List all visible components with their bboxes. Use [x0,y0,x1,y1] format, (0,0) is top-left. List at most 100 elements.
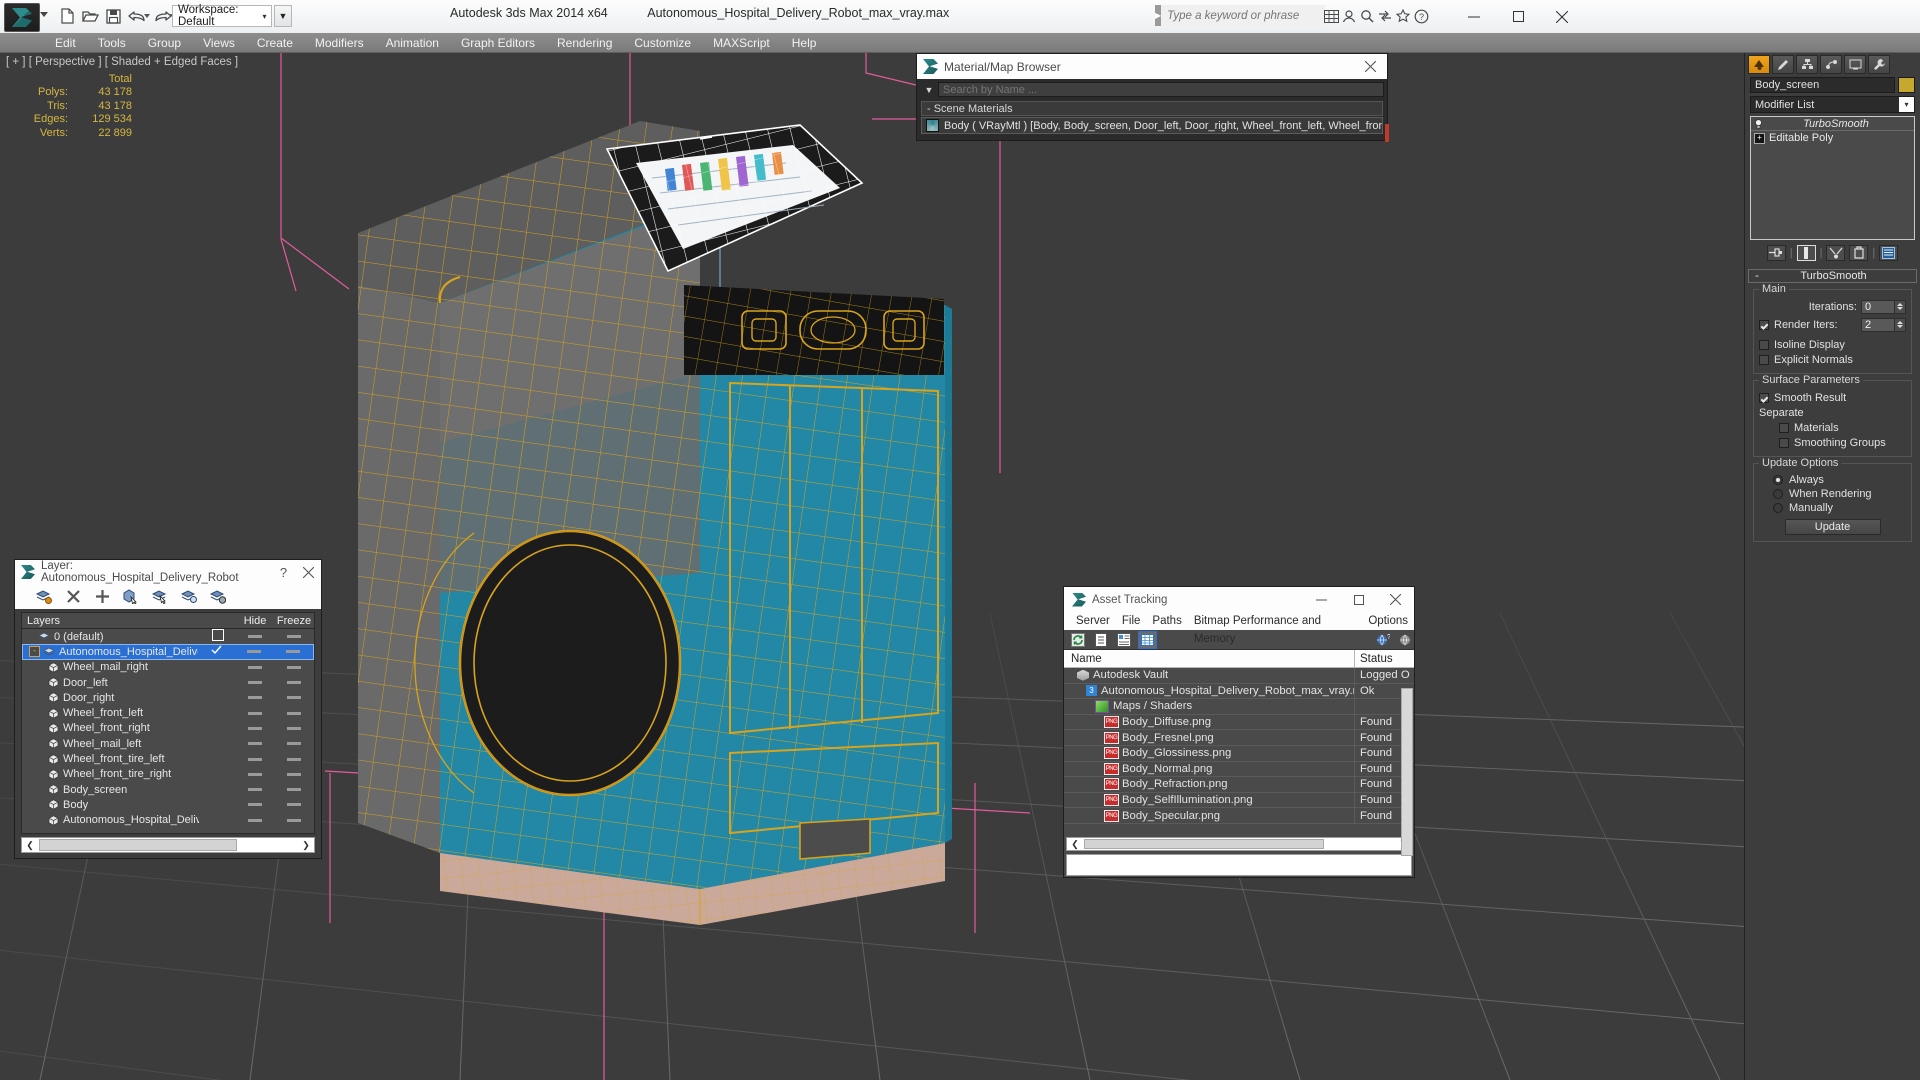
menu-item-create[interactable]: Create [246,33,304,53]
remove-modifier-icon[interactable] [1849,244,1869,261]
refresh-icon[interactable] [1069,632,1086,648]
layer-row[interactable]: Door_right [22,690,314,705]
asset-row[interactable]: PNG Body_Normal.png Found [1064,761,1414,778]
layer-expander-icon[interactable]: - [29,646,40,658]
layer-row[interactable]: Wheel_mail_left [22,736,314,751]
object-name-field[interactable]: Body_screen [1750,77,1895,93]
iterations-spinner-arrows[interactable] [1895,299,1906,314]
plus-icon[interactable]: + [1754,132,1765,144]
search-box[interactable]: ▶ [1155,5,1326,26]
layer-row[interactable]: Wheel_front_tire_right [22,767,314,782]
asset-row[interactable]: Maps / Shaders [1064,699,1414,715]
asset-row[interactable]: PNG Body_Diffuse.png Found [1064,714,1414,731]
render-iters-spinner-arrows[interactable] [1895,317,1906,332]
menu-item-maxscript[interactable]: MAXScript [702,33,781,53]
layer-freeze-toggle[interactable] [274,665,314,669]
asset-tracking-dialog[interactable]: Asset Tracking Server File Paths Bitmap … [1063,586,1415,878]
layer-hide-toggle[interactable] [236,742,274,746]
table-view-icon[interactable] [1138,630,1157,649]
layer-scroll-thumb[interactable] [39,839,237,851]
tab-display[interactable] [1844,54,1866,74]
object-color-swatch[interactable] [1898,77,1915,93]
show-end-result-icon[interactable] [1796,244,1816,261]
layer-row[interactable]: Body [22,797,314,812]
open-file-icon[interactable] [79,5,101,27]
menu-item-modifiers[interactable]: Modifiers [304,33,375,53]
layer-hide-toggle[interactable] [236,711,274,715]
help-icon[interactable]: ? [1412,6,1430,26]
new-file-icon[interactable] [56,5,78,27]
layer-freeze-toggle[interactable] [274,726,314,730]
iterations-spinner-value[interactable]: 0 [1861,299,1895,314]
material-map-browser[interactable]: Material/Map Browser ▼ - Scene Materials… [916,53,1389,142]
asset-minimize-button[interactable] [1303,587,1340,612]
render-iters-checkbox[interactable] [1759,319,1769,330]
add-to-layer-icon[interactable] [93,588,111,606]
update-always-radio[interactable] [1773,475,1783,485]
help-globe-icon[interactable]: ? [1374,632,1391,648]
material-search-input[interactable] [938,82,1384,97]
layer-hide-toggle[interactable] [236,635,274,639]
layer-hide-toggle[interactable] [235,650,273,654]
asset-menu-bitmap-performance[interactable]: Bitmap Performance and Memory [1188,612,1363,645]
menu-item-help[interactable]: Help [781,33,828,53]
layer-list[interactable]: 0 (default) - Autonomous_Hospital_Delivery… [21,629,315,834]
layer-row[interactable]: Autonomous_Hospital_Delivery_Robot [22,813,314,828]
detail-view-icon[interactable] [1115,632,1132,648]
layer-properties-icon[interactable] [209,588,227,606]
asset-row[interactable]: Autodesk Vault Logged O [1064,668,1414,684]
asset-vertical-scrollbar[interactable] [1401,688,1413,856]
layer-freeze-toggle[interactable] [274,772,314,776]
create-new-layer-icon[interactable] [35,588,53,606]
asset-row[interactable]: PNG Body_Refraction.png Found [1064,777,1414,793]
layer-hide-toggle[interactable] [236,696,274,700]
update-option-always[interactable]: Always [1759,473,1906,487]
layer-freeze-toggle[interactable] [274,818,314,822]
separate-smoothing-groups-row[interactable]: Smoothing Groups [1759,435,1906,450]
explicit-normals-checkbox[interactable] [1759,354,1769,365]
set-current-layer-icon[interactable] [151,588,169,606]
select-objects-in-layer-icon[interactable] [122,588,140,606]
smooth-result-checkbox[interactable] [1759,392,1769,403]
chevron-down-icon[interactable]: ▾ [1899,97,1914,112]
update-option-when-rendering[interactable]: When Rendering [1759,487,1906,501]
configure-modifier-sets-icon[interactable] [1879,244,1899,261]
tab-utilities[interactable] [1868,54,1890,74]
sign-in-icon[interactable] [1340,6,1358,26]
layer-dialog-close-button[interactable] [296,560,321,584]
asset-list[interactable]: Autodesk Vault Logged O 3 Autonomous_Hospit… [1064,668,1414,836]
separate-smoothing-groups-checkbox[interactable] [1779,437,1789,448]
layer-row[interactable]: Wheel_front_right [22,721,314,736]
asset-menu-options[interactable]: Options [1362,612,1414,630]
exchange-icon[interactable] [1376,6,1394,26]
menu-item-group[interactable]: Group [137,33,192,53]
list-view-icon[interactable] [1092,632,1109,648]
minimize-button[interactable] [1452,0,1496,33]
undo-dropdown-icon[interactable] [144,14,150,18]
tab-motion[interactable] [1820,54,1842,74]
layer-row[interactable]: - Autonomous_Hospital_Delivery_Robot [22,644,314,660]
layer-hide-toggle[interactable] [236,772,274,776]
modifier-stack-item[interactable]: + Editable Poly [1751,131,1914,145]
turbosmooth-rollout[interactable]: - TurboSmooth Main Iterations: 0 Render … [1748,269,1917,542]
asset-row[interactable]: 3 Autonomous_Hospital_Delivery_Robot_max_… [1064,683,1414,700]
explicit-normals-row[interactable]: Explicit Normals [1759,352,1906,367]
app-logo-icon[interactable] [4,3,40,32]
layer-hide-toggle[interactable] [236,818,274,822]
asset-menu-server[interactable]: Server [1070,612,1116,630]
modifier-stack[interactable]: TurboSmooth + Editable Poly [1750,116,1915,240]
asset-scroll-left-icon[interactable]: ❮ [1067,837,1083,851]
layer-freeze-toggle[interactable] [274,803,314,807]
tab-create[interactable] [1748,54,1770,74]
material-filter-dropdown-icon[interactable]: ▼ [920,85,938,95]
tab-modify[interactable] [1772,54,1794,74]
make-unique-icon[interactable] [1826,244,1846,261]
material-browser-close-button[interactable] [1353,54,1387,79]
layer-freeze-toggle[interactable] [274,711,314,715]
layer-freeze-toggle[interactable] [274,681,314,685]
modifier-list-dropdown[interactable]: Modifier List ▾ [1750,96,1915,113]
update-option-manually[interactable]: Manually [1759,501,1906,515]
asset-horizontal-scrollbar[interactable]: ❮ ❯ [1066,837,1412,851]
update-button[interactable]: Update [1784,519,1881,535]
layer-dialog[interactable]: Layer: Autonomous_Hospital_Delivery_Robo… [14,559,322,859]
